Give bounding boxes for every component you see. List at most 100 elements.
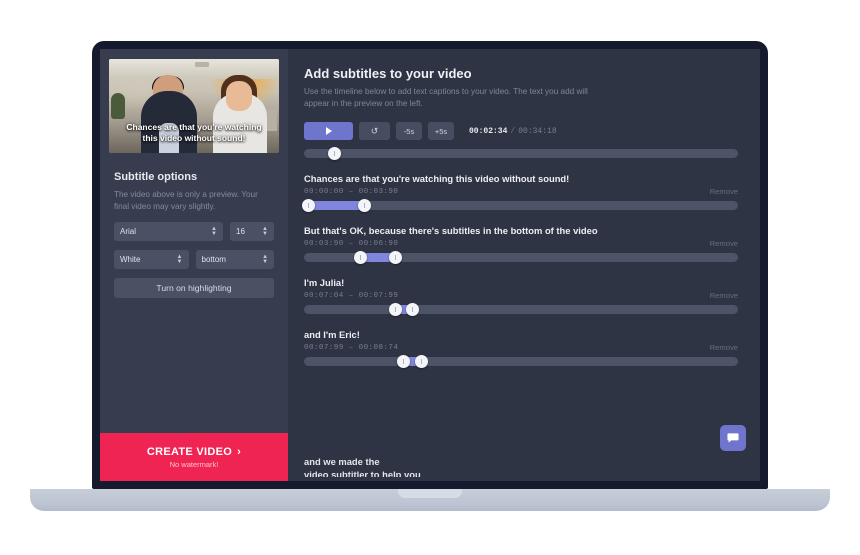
- video-scrubber-knob[interactable]: [327, 147, 341, 160]
- subtitle-time-range: 00:07:99–00:08:74: [304, 344, 398, 352]
- subtitle-time-dash: –: [348, 239, 354, 248]
- subtitle-entry: and I'm Eric! 00:07:99–00:08:74 Remove: [304, 329, 738, 368]
- current-time: 00:02:34: [469, 126, 508, 136]
- subtitle-end-time: 00:03:90: [358, 187, 399, 196]
- chevron-updown-icon: ▲ ▼: [262, 225, 268, 237]
- subtitle-range-end-knob[interactable]: [358, 199, 372, 212]
- page-description: Use the timeline below to add text capti…: [304, 87, 588, 108]
- rewind-5s-button[interactable]: -5s: [396, 122, 422, 140]
- create-video-subtext: No watermark!: [169, 459, 219, 469]
- remove-subtitle-link[interactable]: Remove: [710, 239, 738, 248]
- create-video-text: CREATE VIDEO: [146, 445, 233, 458]
- subtitle-options-description: The video above is only a preview. Your …: [114, 190, 258, 211]
- subtitle-text[interactable]: But that's OK, because there's subtitles…: [304, 225, 738, 236]
- color-position-options-row: White ▲ ▼ bottom ▲ ▼: [114, 250, 275, 269]
- font-size-value: 16: [236, 227, 245, 236]
- time-display: 00:02:34/00:34:18: [469, 127, 557, 136]
- chevron-right-icon: ›: [237, 445, 242, 458]
- video-person-right-face: [226, 81, 252, 111]
- remove-subtitle-link[interactable]: Remove: [710, 291, 738, 300]
- caption-line-1: Chances are that you're watching: [126, 122, 262, 132]
- video-ceiling-light: [195, 62, 209, 67]
- playback-controls: ↺ -5s +5s 00:02:34/00:34:18: [304, 122, 738, 140]
- subtitle-time-dash: –: [348, 291, 354, 300]
- restart-icon: ↺: [370, 125, 379, 136]
- subtitle-range-fill: [308, 201, 365, 210]
- subtitle-time-range: 00:07:04–00:07:99: [304, 292, 398, 300]
- page-title: Add subtitles to your video: [304, 66, 472, 81]
- subtitle-text[interactable]: I'm Julia!: [304, 277, 738, 288]
- font-size-select[interactable]: 16 ▲ ▼: [230, 222, 274, 241]
- subtitle-end-time: 00:06:90: [358, 239, 399, 248]
- subtitle-range-end-knob[interactable]: [414, 355, 428, 368]
- subtitle-end-time: 00:07:99: [358, 291, 399, 300]
- play-icon: [325, 127, 332, 135]
- subtitle-options-title: Subtitle options: [114, 171, 198, 183]
- video-caption-overlay: Chances are that you're watching this vi…: [115, 122, 273, 144]
- remove-subtitle-link[interactable]: Remove: [710, 187, 738, 196]
- subtitle-range-end-knob[interactable]: [406, 303, 419, 316]
- subtitle-meta-row: 00:07:04–00:07:99 Remove: [304, 291, 738, 300]
- remove-subtitle-link[interactable]: Remove: [710, 343, 738, 352]
- subtitle-list: Chances are that you're watching this vi…: [301, 173, 738, 368]
- panel-bottom-edge: [288, 477, 760, 481]
- subtitle-range-start-knob[interactable]: [301, 199, 315, 212]
- caption-position-select[interactable]: bottom ▲ ▼: [195, 250, 275, 269]
- font-color-value: White: [120, 255, 141, 264]
- subtitle-entry: But that's OK, because there's subtitles…: [304, 225, 738, 264]
- subtitle-text[interactable]: and I'm Eric!: [304, 329, 738, 340]
- turn-on-highlighting-button[interactable]: Turn on highlighting: [114, 278, 274, 298]
- subtitle-end-time: 00:08:74: [358, 343, 399, 352]
- subtitle-range-start-knob[interactable]: [397, 355, 411, 368]
- chevron-updown-icon: ▲ ▼: [262, 253, 269, 265]
- laptop-frame: Chances are that you're watching this vi…: [92, 41, 768, 489]
- laptop-base-notch: [398, 489, 462, 498]
- laptop-screen: Chances are that you're watching this vi…: [100, 49, 760, 481]
- font-family-value: Arial: [120, 227, 137, 236]
- chevron-updown-icon: ▲ ▼: [176, 253, 183, 265]
- subtitle-start-time: 00:07:04: [304, 291, 344, 300]
- create-video-label: CREATE VIDEO ›: [147, 446, 241, 458]
- font-options-row: Arial ▲ ▼ 16 ▲ ▼: [114, 222, 274, 241]
- subtitle-range-end-knob[interactable]: [388, 251, 402, 264]
- subtitle-range-track[interactable]: [304, 303, 738, 316]
- subtitle-range-start-knob[interactable]: [388, 303, 402, 316]
- caption-position-value: bottom: [201, 255, 226, 264]
- subtitle-text[interactable]: Chances are that you're watching this vi…: [304, 173, 738, 184]
- restart-button[interactable]: ↺: [359, 122, 390, 140]
- create-video-button[interactable]: CREATE VIDEO › No watermark!: [100, 433, 288, 481]
- subtitle-time-dash: –: [348, 343, 354, 352]
- subtitle-time-dash: –: [348, 187, 354, 196]
- main-panel: Add subtitles to your video Use the time…: [288, 49, 760, 481]
- subtitle-entry: I'm Julia! 00:07:04–00:07:99 Remove: [304, 277, 738, 316]
- subtitle-range-track[interactable]: [304, 251, 738, 264]
- subtitle-time-range: 00:00:00–00:03:90: [304, 188, 398, 196]
- play-button[interactable]: [304, 122, 353, 140]
- subtitle-time-range: 00:03:90–00:06:90: [304, 240, 398, 248]
- video-scrubber-track[interactable]: [304, 147, 738, 160]
- subtitle-meta-row: 00:07:99–00:08:74 Remove: [304, 343, 738, 352]
- subtitle-start-time: 00:03:90: [304, 239, 344, 248]
- font-family-select[interactable]: Arial ▲ ▼: [114, 222, 223, 241]
- chat-bubble-icon: [727, 433, 739, 443]
- time-separator: /: [510, 126, 516, 136]
- chevron-updown-icon: ▲ ▼: [211, 225, 217, 237]
- caption-line-2: this video without sound!: [142, 133, 246, 143]
- forward-5s-button[interactable]: +5s: [428, 122, 454, 140]
- subtitle-range-track[interactable]: [301, 199, 738, 212]
- font-color-select[interactable]: White ▲ ▼: [114, 250, 189, 269]
- video-preview[interactable]: Chances are that you're watching this vi…: [109, 59, 279, 153]
- partial-line-1: and we made the: [304, 456, 380, 467]
- subtitle-start-time: 00:00:00: [304, 187, 344, 196]
- subtitle-range-track[interactable]: [304, 355, 738, 368]
- video-ceiling: [109, 59, 279, 79]
- subtitle-range-start-knob[interactable]: [353, 251, 367, 264]
- subtitle-start-time: 00:07:99: [304, 343, 344, 352]
- total-time: 00:34:18: [518, 126, 557, 136]
- subtitle-entry: Chances are that you're watching this vi…: [301, 173, 738, 212]
- sidebar: Chances are that you're watching this vi…: [100, 49, 288, 481]
- subtitle-meta-row: 00:03:90–00:06:90 Remove: [304, 239, 738, 248]
- video-plant: [111, 93, 125, 119]
- chat-bubble-button[interactable]: [720, 425, 746, 451]
- subtitle-meta-row: 00:00:00–00:03:90 Remove: [304, 187, 738, 196]
